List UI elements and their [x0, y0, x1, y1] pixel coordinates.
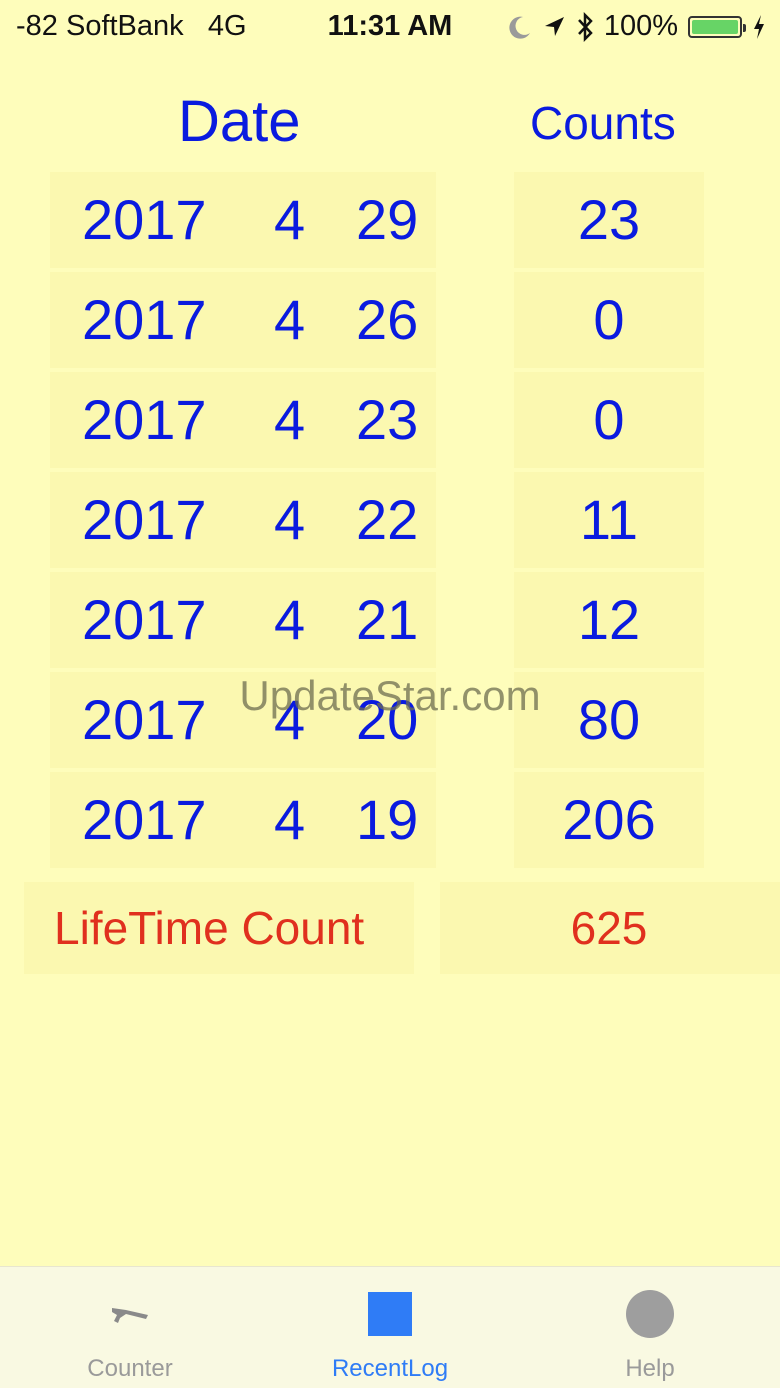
battery-cap: [743, 23, 746, 32]
row-count: 12: [577, 588, 641, 651]
counter-icon: [112, 1308, 148, 1323]
row-day: 19: [356, 788, 419, 851]
watermark: UpdateStar.com: [239, 672, 541, 719]
row-day: 26: [356, 288, 419, 351]
log-row: 2017 4 23 0: [0, 372, 780, 468]
row-month: 4: [274, 288, 306, 351]
row-year: 2017: [82, 788, 207, 851]
tab-counter-label: Counter: [87, 1355, 173, 1382]
log-row: 2017 4 26 0: [0, 272, 780, 368]
row-year: 2017: [82, 488, 207, 551]
date-column-header: Date: [178, 89, 301, 154]
row-year: 2017: [82, 288, 207, 351]
moon-icon: [509, 16, 530, 39]
battery-icon: [688, 15, 746, 38]
circle-icon: [626, 1290, 674, 1338]
log-row: 2017 4 22 11: [0, 472, 780, 568]
log-row: 2017 4 29 23: [0, 172, 780, 268]
lifetime-count-label: LifeTime Count: [54, 902, 365, 954]
status-bar: -82 SoftBank 4G 11:31 AM 100%: [0, 0, 780, 54]
tab-recentlog[interactable]: RecentLog: [260, 1267, 520, 1388]
row-count: 0: [593, 388, 625, 451]
tab-bar: Counter RecentLog Help: [0, 1266, 780, 1388]
row-day: 29: [356, 188, 419, 251]
tab-recentlog-label: RecentLog: [331, 1355, 449, 1382]
square-icon: [368, 1292, 412, 1336]
lifetime-count-value: 625: [570, 902, 648, 954]
row-day: 21: [356, 588, 419, 651]
row-month: 4: [274, 488, 306, 551]
row-year: 2017: [82, 188, 207, 251]
row-day: 22: [356, 488, 419, 551]
row-month: 4: [274, 788, 306, 851]
battery-level-fill: [692, 19, 738, 34]
row-month: 4: [274, 188, 306, 251]
location-arrow-icon: [544, 16, 564, 36]
tab-counter[interactable]: Counter: [0, 1267, 260, 1388]
battery-percent: 100%: [603, 10, 678, 42]
row-count: 23: [577, 188, 641, 251]
row-day: 23: [356, 388, 419, 451]
tab-help[interactable]: Help: [520, 1267, 780, 1388]
row-count: 206: [562, 788, 656, 851]
row-count: 0: [593, 288, 625, 351]
bluetooth-icon: [577, 11, 593, 42]
status-right-group: 100%: [508, 10, 766, 43]
row-month: 4: [274, 388, 306, 451]
row-month: 4: [274, 588, 306, 651]
row-count: 11: [579, 488, 639, 551]
counts-column-header: Counts: [530, 97, 676, 149]
row-year: 2017: [82, 588, 207, 651]
log-row: 2017 4 21 12: [0, 572, 780, 668]
log-row: 2017 4 19 206: [0, 772, 780, 868]
charging-bolt-icon: [754, 14, 764, 39]
row-year: 2017: [82, 388, 207, 451]
tab-help-label: Help: [625, 1355, 675, 1382]
